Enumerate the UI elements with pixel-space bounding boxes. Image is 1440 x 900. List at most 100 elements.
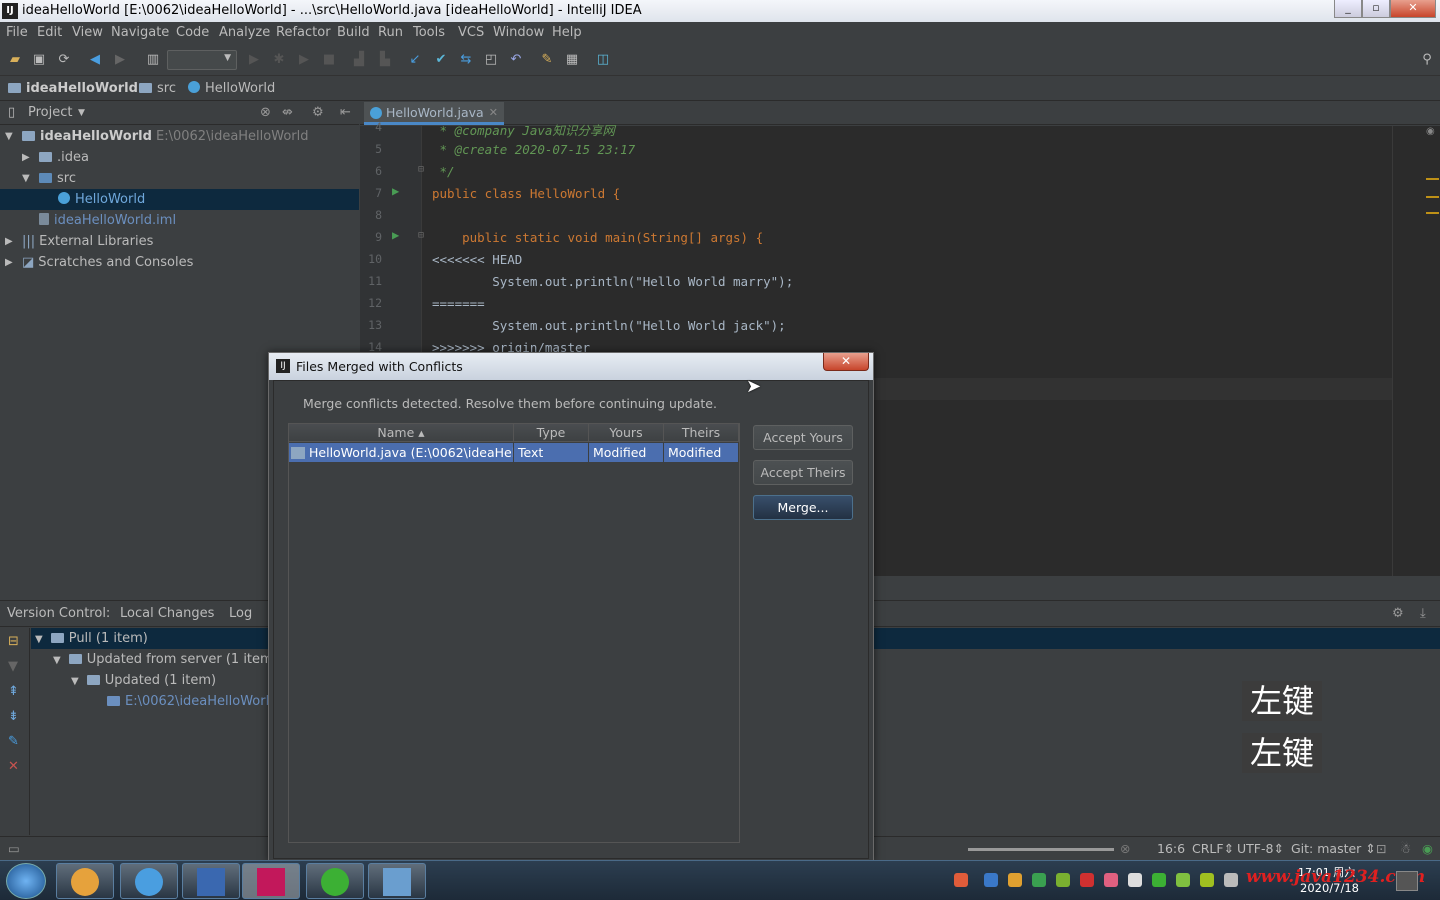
menu-window[interactable]: Window — [493, 22, 544, 44]
menu-help[interactable]: Help — [552, 22, 582, 44]
coverage-icon[interactable]: ▶ — [297, 53, 311, 67]
expand-arrow-icon[interactable]: ▼ — [53, 655, 61, 666]
tree-item-helloworld[interactable]: HelloWorld — [0, 189, 359, 210]
breadcrumb-file[interactable]: HelloWorld — [188, 76, 275, 101]
merge-button[interactable]: Merge... — [753, 495, 853, 520]
build-icon[interactable]: ▥ — [146, 53, 160, 67]
hide-icon[interactable]: ⇤ — [340, 101, 351, 125]
menu-tools[interactable]: Tools — [413, 22, 445, 44]
tray-icon[interactable] — [984, 873, 998, 887]
tray-icon[interactable] — [1032, 873, 1046, 887]
close-icon[interactable]: ✕ — [8, 759, 19, 774]
tray-icon[interactable] — [1128, 873, 1142, 887]
expand-arrow-icon[interactable]: ▼ — [71, 676, 79, 687]
menu-edit[interactable]: Edit — [37, 22, 62, 44]
inspection-eye-icon[interactable]: ◉ — [1426, 126, 1435, 137]
chevron-down-icon[interactable]: ▼ — [78, 101, 85, 125]
taskbar-app-baidu[interactable] — [56, 863, 114, 899]
column-header-name[interactable]: Name ▴ — [289, 424, 514, 442]
tray-icon[interactable] — [1200, 873, 1214, 887]
menu-run[interactable]: Run — [378, 22, 403, 44]
accept-theirs-button[interactable]: Accept Theirs — [753, 460, 853, 485]
revert-icon[interactable]: ↶ — [509, 53, 523, 67]
menu-vcs[interactable]: VCS — [458, 22, 484, 44]
expand-arrow-icon[interactable]: ▼ — [35, 634, 43, 645]
cursor-position[interactable]: 16:6 — [1157, 837, 1185, 861]
run-gutter-icon[interactable]: ▶ — [392, 184, 399, 198]
cell-yours[interactable]: Modified — [589, 443, 664, 462]
notification-icon[interactable] — [1396, 871, 1418, 891]
tree-item-scratches[interactable]: ▶ ◪ Scratches and Consoles — [0, 252, 359, 273]
project-structure-icon[interactable]: ✎ — [540, 53, 554, 67]
taskbar-app-m[interactable] — [182, 863, 240, 899]
tray-icon[interactable] — [1176, 873, 1190, 887]
layout-icon[interactable]: ▭ — [8, 837, 20, 861]
tree-item-src[interactable]: ▼ src — [0, 168, 359, 189]
maximize-button[interactable]: ▫ — [1362, 0, 1390, 18]
volume-icon[interactable] — [1224, 873, 1238, 887]
tray-icon[interactable] — [1152, 873, 1166, 887]
save-icon[interactable]: ▣ — [32, 53, 46, 67]
search-icon[interactable]: ⚲ — [1420, 53, 1434, 67]
run-config-dropdown[interactable]: ▼ — [167, 50, 237, 70]
list-item[interactable]: ▼ Updated (1 item) — [71, 670, 216, 691]
menu-analyze[interactable]: Analyze — [219, 22, 270, 44]
lock-icon[interactable]: ⊡ — [1376, 837, 1386, 861]
attach-icon[interactable]: ▟ — [352, 53, 366, 67]
warning-marker[interactable] — [1426, 196, 1439, 198]
inspector-icon[interactable]: ☃ — [1400, 837, 1411, 861]
sdk-icon[interactable]: ▦ — [565, 53, 579, 67]
menu-file[interactable]: File — [6, 22, 28, 44]
tree-item-external-libraries[interactable]: ▶ ||| External Libraries — [0, 231, 359, 252]
stop-icon[interactable]: ■ — [322, 53, 336, 67]
expand-arrow-icon[interactable]: ▶ — [5, 231, 13, 252]
expand-all-icon[interactable]: ⇞ — [8, 684, 19, 699]
file-encoding[interactable]: UTF-8⇕ — [1237, 837, 1284, 861]
tree-item-iml[interactable]: ideaHelloWorld.iml — [0, 210, 359, 231]
close-window-button[interactable]: ✕ — [1390, 0, 1436, 18]
warning-marker[interactable] — [1426, 212, 1439, 214]
expand-arrow-icon[interactable]: ▼ — [5, 126, 13, 147]
taskbar-app-remote[interactable] — [368, 863, 426, 899]
column-header-type[interactable]: Type — [514, 424, 589, 442]
expand-arrow-icon[interactable]: ▼ — [22, 168, 30, 189]
cell-theirs[interactable]: Modified — [664, 443, 739, 462]
line-separator[interactable]: CRLF⇕ — [1192, 837, 1234, 861]
project-view-selector[interactable]: Project — [28, 101, 72, 125]
dialog-close-button[interactable]: ✕ — [823, 353, 869, 371]
collapse-all-icon[interactable]: ⇟ — [8, 709, 19, 724]
filter-icon[interactable]: ▼ — [8, 659, 18, 674]
tree-item-project[interactable]: ▼ ideaHelloWorld E:\0062\ideaHelloWorld — [0, 126, 359, 147]
fold-icon[interactable]: ⊟ — [418, 164, 424, 175]
event-log-icon[interactable]: ◉ — [1422, 837, 1433, 861]
fold-icon[interactable]: ⊟ — [418, 230, 424, 241]
run-gutter-icon[interactable]: ▶ — [392, 228, 399, 242]
warning-marker[interactable] — [1426, 178, 1439, 180]
hide-panel-icon[interactable]: ⤓ — [1420, 601, 1426, 627]
cell-type[interactable]: Text — [514, 443, 589, 462]
expand-arrow-icon[interactable]: ▶ — [22, 147, 30, 168]
list-item[interactable]: ▼ Updated from server (1 item) — [53, 649, 278, 670]
minimize-button[interactable]: _ — [1334, 0, 1362, 18]
pin-icon[interactable]: ✎ — [8, 734, 19, 749]
table-row[interactable]: HelloWorld.java (E:\0062\ideaHello — [289, 443, 514, 462]
column-header-yours[interactable]: Yours — [589, 424, 664, 442]
back-icon[interactable]: ◀ — [88, 53, 102, 67]
gear-icon[interactable]: ⚙ — [1392, 601, 1404, 627]
collapse-icon[interactable]: ⇎ — [282, 101, 293, 125]
list-item[interactable]: ▼ Pull (1 item) — [35, 628, 148, 649]
tab-log[interactable]: Log — [229, 601, 252, 627]
accept-yours-button[interactable]: Accept Yours — [753, 425, 853, 450]
tray-icon[interactable] — [1080, 873, 1094, 887]
tray-icon[interactable] — [1008, 873, 1022, 887]
menu-navigate[interactable]: Navigate — [111, 22, 169, 44]
list-item[interactable]: E:\0062\ideaHelloWorld\ — [107, 691, 282, 712]
vcs-compare-icon[interactable]: ⇆ — [459, 53, 473, 67]
breadcrumb-project[interactable]: ideaHelloWorld — [8, 76, 138, 101]
start-button[interactable] — [6, 863, 46, 899]
column-header-theirs[interactable]: Theirs — [664, 424, 739, 442]
taskbar-app-wechat[interactable] — [306, 863, 364, 899]
profile-icon[interactable]: ▙ — [378, 53, 392, 67]
gear-icon[interactable]: ⚙ — [312, 101, 324, 125]
cancel-progress-icon[interactable]: ⊗ — [1120, 837, 1130, 861]
